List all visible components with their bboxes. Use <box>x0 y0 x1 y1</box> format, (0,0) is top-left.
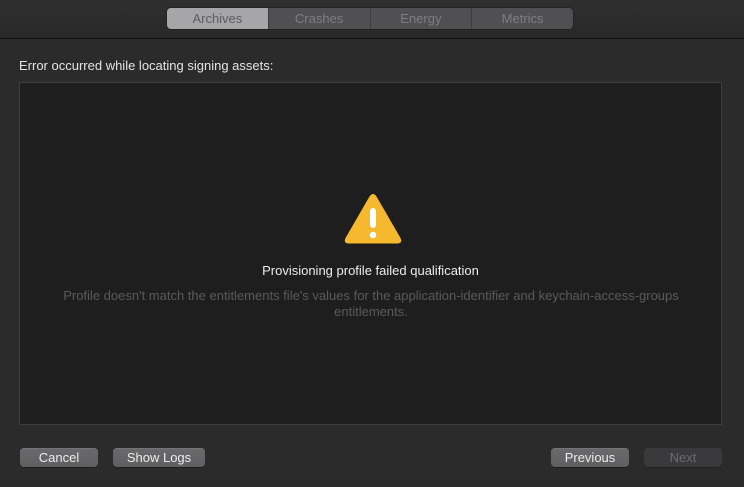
tab-metrics[interactable]: Metrics <box>471 8 573 29</box>
error-panel: Provisioning profile failed qualificatio… <box>19 82 722 425</box>
toolbar: Archives Crashes Energy Metrics <box>0 0 744 39</box>
page-heading: Error occurred while locating signing as… <box>19 58 274 73</box>
warning-triangle-icon <box>344 194 402 244</box>
tab-energy[interactable]: Energy <box>369 8 472 29</box>
organizer-tabs: Archives Crashes Energy Metrics <box>167 8 573 29</box>
error-description: Profile doesn't match the entitlements f… <box>63 288 679 319</box>
show-logs-button[interactable]: Show Logs <box>113 448 205 467</box>
previous-button[interactable]: Previous <box>551 448 629 467</box>
error-title: Provisioning profile failed qualificatio… <box>262 263 479 278</box>
tab-archives[interactable]: Archives <box>167 8 268 29</box>
tab-crashes[interactable]: Crashes <box>267 8 370 29</box>
distribution-window: Archives Crashes Energy Metrics Error oc… <box>0 0 744 487</box>
next-button[interactable]: Next <box>644 448 722 467</box>
cancel-button[interactable]: Cancel <box>20 448 98 467</box>
